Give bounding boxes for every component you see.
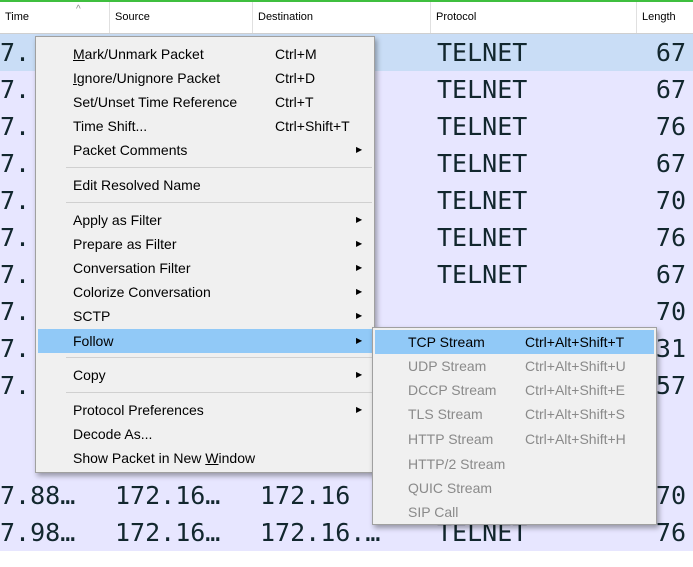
submenu-item-udp-stream[interactable]: UDP Stream Ctrl+Alt+Shift+U — [375, 354, 654, 378]
submenu-item-quic-stream[interactable]: QUIC Stream — [375, 476, 654, 500]
menu-item-label: Packet Comments — [73, 142, 188, 158]
submenu-item-label: HTTP/2 Stream — [408, 456, 506, 472]
submenu-arrow-icon: ▶ — [356, 287, 363, 296]
submenu-item-label: DCCP Stream — [408, 382, 497, 398]
submenu-arrow-icon: ▶ — [356, 263, 363, 272]
menu-separator — [66, 357, 372, 358]
menu-separator — [66, 392, 372, 393]
column-label: Length — [642, 11, 676, 23]
submenu-item-tcp-stream[interactable]: TCP Stream Ctrl+Alt+Shift+T — [375, 330, 654, 354]
menu-item-apply-as-filter[interactable]: Apply as Filter ▶ — [38, 208, 372, 232]
menu-item-label: Time Shift... — [73, 118, 148, 134]
column-header-length[interactable]: Length — [637, 2, 693, 33]
column-label: Time — [5, 11, 30, 23]
submenu-item-http2-stream[interactable]: HTTP/2 Stream — [375, 452, 654, 476]
length-cell: 70 — [655, 186, 686, 215]
column-header-protocol[interactable]: Protocol — [431, 2, 637, 33]
submenu-item-label: QUIC Stream — [408, 480, 493, 496]
menu-item-label: Decode As... — [73, 426, 153, 442]
menu-item-show-packet-new-window[interactable]: Show Packet in New Window — [38, 446, 372, 470]
column-label: Source — [115, 11, 150, 23]
column-header-source[interactable]: Source — [110, 2, 253, 33]
menu-item-mark-packet[interactable]: Mark/Unmark Packet Ctrl+M — [38, 42, 372, 66]
submenu-item-sip-call[interactable]: SIP Call — [375, 500, 654, 524]
menu-item-label: Copy — [73, 367, 106, 383]
length-cell: 67 — [655, 38, 686, 67]
length-cell: 67 — [655, 75, 686, 104]
menu-item-shortcut: Ctrl+M — [275, 46, 317, 62]
length-cell: 67 — [655, 260, 686, 289]
menu-item-protocol-preferences[interactable]: Protocol Preferences ▶ — [38, 398, 372, 422]
menu-item-label: Mark/Unmark Packet — [73, 46, 204, 62]
column-header-destination[interactable]: Destination — [253, 2, 431, 33]
menu-item-label: Follow — [73, 333, 114, 349]
submenu-item-shortcut: Ctrl+Alt+Shift+S — [525, 406, 625, 422]
menu-item-packet-comments[interactable]: Packet Comments ▶ — [38, 138, 372, 162]
submenu-item-label: TLS Stream — [408, 406, 483, 422]
follow-submenu: TCP Stream Ctrl+Alt+Shift+T UDP Stream C… — [372, 327, 657, 525]
submenu-item-http-stream[interactable]: HTTP Stream Ctrl+Alt+Shift+H — [375, 427, 654, 451]
packet-list-header: Time ^ Source Destination Protocol Lengt… — [0, 2, 693, 34]
menu-item-time-reference[interactable]: Set/Unset Time Reference Ctrl+T — [38, 90, 372, 114]
submenu-item-shortcut: Ctrl+Alt+Shift+U — [525, 358, 626, 374]
length-cell: 76 — [655, 223, 686, 252]
submenu-arrow-icon: ▶ — [356, 311, 363, 320]
menu-item-decode-as[interactable]: Decode As... — [38, 422, 372, 446]
length-cell: 70 — [655, 297, 686, 326]
sort-ascending-icon: ^ — [76, 4, 81, 15]
length-cell: 76 — [655, 112, 686, 141]
menu-item-label: Conversation Filter — [73, 260, 191, 276]
submenu-arrow-icon: ▶ — [356, 405, 363, 414]
column-label: Destination — [258, 11, 314, 23]
submenu-item-shortcut: Ctrl+Alt+Shift+H — [525, 431, 626, 447]
menu-item-label: Show Packet in New Window — [73, 450, 256, 466]
submenu-item-label: SIP Call — [408, 504, 459, 520]
menu-item-label: Colorize Conversation — [73, 284, 211, 300]
menu-item-label: Protocol Preferences — [73, 402, 204, 418]
menu-item-ignore-packet[interactable]: Ignore/Unignore Packet Ctrl+D — [38, 66, 372, 90]
submenu-item-label: UDP Stream — [408, 358, 487, 374]
packet-context-menu: Mark/Unmark Packet Ctrl+M Ignore/Unignor… — [35, 36, 375, 473]
menu-item-shortcut: Ctrl+T — [275, 94, 314, 110]
submenu-arrow-icon: ▶ — [356, 239, 363, 248]
submenu-item-label: HTTP Stream — [408, 431, 494, 447]
menu-item-conversation-filter[interactable]: Conversation Filter ▶ — [38, 256, 372, 280]
menu-item-label: Ignore/Unignore Packet — [73, 70, 221, 86]
menu-item-shortcut: Ctrl+D — [275, 70, 316, 86]
menu-item-label: SCTP — [73, 308, 111, 324]
menu-item-copy[interactable]: Copy ▶ — [38, 363, 372, 387]
submenu-item-label: TCP Stream — [408, 334, 485, 350]
menu-item-label: Edit Resolved Name — [73, 177, 201, 193]
menu-item-follow[interactable]: Follow ▶ — [38, 329, 372, 353]
menu-item-shortcut: Ctrl+Shift+T — [275, 118, 350, 134]
submenu-item-dccp-stream[interactable]: DCCP Stream Ctrl+Alt+Shift+E — [375, 378, 654, 402]
menu-item-label: Prepare as Filter — [73, 236, 177, 252]
source-cell: 172.16… — [115, 481, 221, 510]
menu-item-edit-resolved-name[interactable]: Edit Resolved Name — [38, 173, 372, 197]
submenu-item-shortcut: Ctrl+Alt+Shift+E — [525, 382, 625, 398]
submenu-arrow-icon: ▶ — [356, 215, 363, 224]
length-cell: 67 — [655, 149, 686, 178]
submenu-item-tls-stream[interactable]: TLS Stream Ctrl+Alt+Shift+S — [375, 402, 654, 426]
submenu-arrow-icon: ▶ — [356, 145, 363, 154]
menu-item-time-shift[interactable]: Time Shift... Ctrl+Shift+T — [38, 114, 372, 138]
time-cell: 7.88… — [0, 481, 76, 510]
menu-item-sctp[interactable]: SCTP ▶ — [38, 304, 372, 328]
column-header-time[interactable]: Time — [0, 2, 110, 33]
menu-item-label: Apply as Filter — [73, 212, 162, 228]
submenu-item-shortcut: Ctrl+Alt+Shift+T — [525, 334, 625, 350]
source-cell: 172.16… — [115, 518, 221, 547]
submenu-arrow-icon: ▶ — [356, 336, 363, 345]
menu-separator — [66, 167, 372, 168]
submenu-arrow-icon: ▶ — [356, 370, 363, 379]
time-cell: 7.98… — [0, 518, 76, 547]
menu-item-colorize-conversation[interactable]: Colorize Conversation ▶ — [38, 280, 372, 304]
menu-separator — [66, 202, 372, 203]
menu-item-prepare-as-filter[interactable]: Prepare as Filter ▶ — [38, 232, 372, 256]
column-label: Protocol — [436, 11, 477, 23]
menu-item-label: Set/Unset Time Reference — [73, 94, 238, 110]
